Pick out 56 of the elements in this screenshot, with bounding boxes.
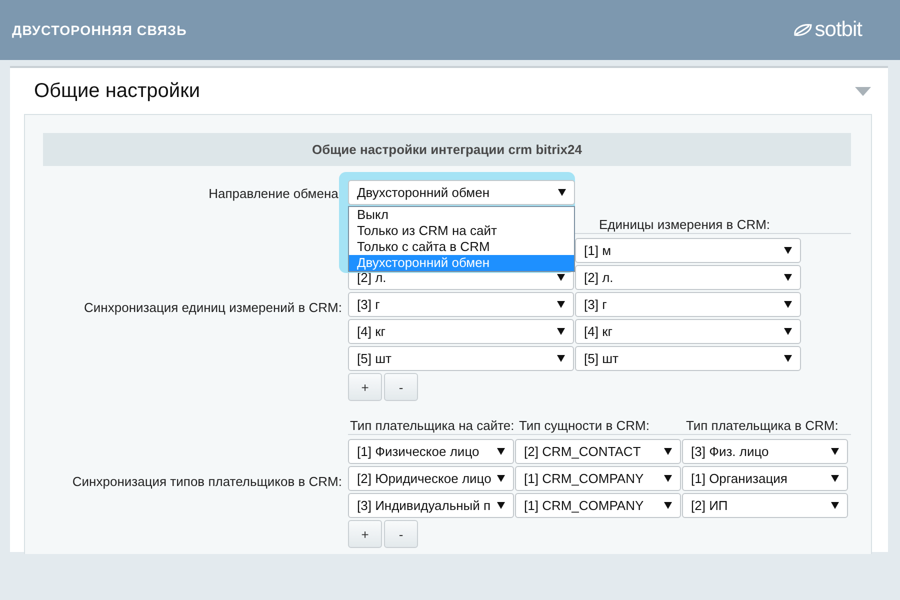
caret-icon — [784, 274, 792, 281]
select-field[interactable]: [2] ИП — [682, 493, 848, 518]
caret-icon — [831, 475, 839, 482]
caret-icon — [664, 475, 672, 482]
select-field[interactable]: [5] шт — [348, 346, 574, 371]
caret-icon — [784, 328, 792, 335]
row-button[interactable]: + — [348, 520, 382, 548]
select-field[interactable]: [3] г — [348, 292, 574, 317]
caret-icon — [784, 301, 792, 308]
select-field[interactable]: [3] г — [575, 292, 801, 317]
field-label: Синхронизация единиц измерений в CRM: — [83, 300, 343, 315]
caret-icon — [557, 301, 565, 308]
page-title: ДВУСТОРОННЯЯ СВЯЗЬ — [12, 22, 187, 38]
caret-icon — [784, 247, 792, 254]
select-field[interactable]: [4] кг — [575, 319, 801, 344]
field-label: Синхронизация типов плательщиков в CRM: — [71, 474, 343, 489]
caret-icon — [664, 502, 672, 509]
logo-text: sotbit — [814, 18, 862, 42]
column-header: Тип сущности в CRM: — [518, 418, 650, 433]
caret-icon — [831, 448, 839, 455]
caret-icon — [557, 355, 565, 362]
select-field[interactable]: [1] Физическое лицо — [348, 439, 514, 464]
select-field[interactable]: [2] CRM_CONTACT — [515, 439, 681, 464]
leaf-logo-icon — [792, 23, 813, 37]
row-button[interactable]: - — [384, 520, 418, 548]
caret-icon — [784, 355, 792, 362]
select-field[interactable]: [1] м — [575, 238, 801, 263]
caret-icon — [497, 475, 505, 482]
caret-icon — [557, 328, 565, 335]
collapse-triangle-icon[interactable] — [855, 86, 871, 96]
caret-icon — [831, 502, 839, 509]
select-field[interactable]: [4] кг — [348, 319, 574, 344]
select-field[interactable]: [5] шт — [575, 346, 801, 371]
select-field[interactable]: [3] Физ. лицо — [682, 439, 848, 464]
column-header: Тип плательщика в CRM: — [685, 418, 840, 433]
column-header: Тип плательщика на сайте: — [349, 418, 514, 433]
column-header: Единицы измерения в CRM: — [598, 217, 772, 232]
select-field[interactable]: [1] CRM_COMPANY — [515, 493, 681, 518]
row-button[interactable]: + — [348, 373, 382, 401]
dropdown-option[interactable]: Только из CRM на сайт — [349, 223, 574, 239]
caret-icon — [497, 448, 505, 455]
section-heading: Общие настройки интеграции crm bitrix24 — [43, 133, 851, 166]
caret-icon — [664, 448, 672, 455]
select-field[interactable]: Двухсторонний обмен — [348, 180, 575, 205]
select-field[interactable]: [2] Юридическое лицо — [348, 466, 514, 491]
field-label: Направление обмена: — [208, 185, 343, 203]
caret-icon — [558, 189, 566, 196]
select-field[interactable]: [3] Индивидуальный п — [348, 493, 514, 518]
dropdown-option[interactable]: Только с сайта в CRM — [349, 239, 574, 255]
select-field[interactable]: [1] CRM_COMPANY — [515, 466, 681, 491]
select-field[interactable]: [2] л. — [575, 265, 801, 290]
select-field[interactable]: [1] Организация — [682, 466, 848, 491]
panel-title: Общие настройки — [34, 80, 200, 102]
caret-icon — [497, 502, 505, 509]
dropdown-option[interactable]: Выкл — [349, 207, 574, 223]
row-button[interactable]: - — [384, 373, 418, 401]
